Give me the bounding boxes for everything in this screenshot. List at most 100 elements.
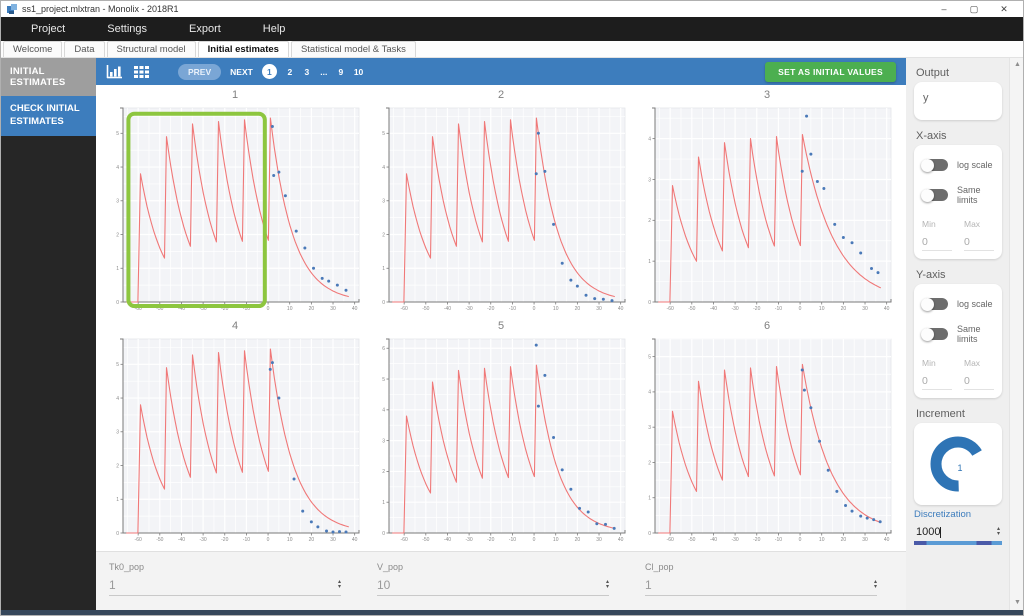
svg-text:20: 20 xyxy=(575,306,581,312)
svg-text:-50: -50 xyxy=(688,306,695,312)
param-cl-pop-input[interactable]: 1 xyxy=(645,578,874,592)
svg-text:30: 30 xyxy=(330,537,336,543)
menu-project[interactable]: Project xyxy=(17,23,79,35)
subplot-4: 4 -60 -50 -40 -30 -20 -10 0 10 20 30 40 0 1 2 3 4 5 xyxy=(102,319,368,550)
svg-text:0: 0 xyxy=(267,537,270,543)
y-max-input[interactable]: 0 xyxy=(964,375,994,390)
next-button[interactable]: NEXT xyxy=(230,67,253,77)
svg-text:3: 3 xyxy=(648,177,651,183)
svg-text:6: 6 xyxy=(382,346,385,352)
close-button[interactable]: ✕ xyxy=(989,2,1019,16)
svg-text:-30: -30 xyxy=(199,537,206,543)
svg-text:-50: -50 xyxy=(156,537,163,543)
grid-icon[interactable] xyxy=(133,65,150,79)
page-9[interactable]: 9 xyxy=(337,67,345,77)
page-1[interactable]: 1 xyxy=(261,64,277,79)
y-same-limits-toggle[interactable] xyxy=(921,327,948,341)
param-v-pop-input[interactable]: 10 xyxy=(377,578,606,592)
subplot-chart: -60 -50 -40 -30 -20 -10 0 10 20 30 40 0 1 2 3 4 5 xyxy=(648,338,892,543)
y-min-input[interactable]: 0 xyxy=(922,375,952,390)
page-10[interactable]: 10 xyxy=(354,67,363,77)
toggle-label: Same limits xyxy=(957,185,981,205)
x-max-input[interactable]: 0 xyxy=(964,236,994,251)
svg-text:40: 40 xyxy=(352,537,358,543)
svg-text:20: 20 xyxy=(841,537,847,543)
param-tk0-pop-input[interactable]: 1 xyxy=(109,578,338,592)
svg-text:-50: -50 xyxy=(688,537,695,543)
svg-text:4: 4 xyxy=(116,165,119,171)
app-icon xyxy=(7,3,17,14)
output-section: Output y xyxy=(914,67,1002,120)
tab-welcome[interactable]: Welcome xyxy=(3,41,63,57)
stepper-icon[interactable]: ▴ ▾ xyxy=(338,579,341,590)
svg-text:1: 1 xyxy=(382,500,385,506)
stepper-icon[interactable]: ▴ ▾ xyxy=(874,579,877,590)
tab-data[interactable]: Data xyxy=(64,41,105,57)
scroll-down-icon[interactable]: ▼ xyxy=(1014,599,1021,606)
x-same-limits-toggle[interactable] xyxy=(921,188,948,202)
svg-text:-30: -30 xyxy=(731,306,738,312)
x-log-scale-toggle[interactable] xyxy=(921,158,948,172)
panel-scrollbar[interactable]: ▲ ▼ xyxy=(1009,58,1023,610)
page-ellipsis: ... xyxy=(320,66,328,77)
maximize-button[interactable]: ▢ xyxy=(959,2,989,16)
discretization-focus-underline xyxy=(914,541,1002,545)
param-cl-pop: Cl_pop 1 ▴ ▾ xyxy=(645,562,877,610)
discretization-field: Discretization 1000 ▴ ▾ xyxy=(914,509,1002,545)
y-log-scale-toggle[interactable] xyxy=(921,297,948,311)
subplot-1: 1 -60 -50 -40 -30 -20 -10 0 10 20 30 40 0 1 2 3 4 5 xyxy=(102,88,368,319)
toggle-label: Same limits xyxy=(957,324,981,344)
svg-text:20: 20 xyxy=(841,306,847,312)
param-v-pop: V_pop 10 ▴ ▾ xyxy=(377,562,609,610)
svg-text:0: 0 xyxy=(382,300,385,306)
svg-text:10: 10 xyxy=(553,537,559,543)
svg-text:40: 40 xyxy=(618,537,624,543)
parameter-bar: Tk0_pop 1 ▴ ▾ V_pop 10 ▴ ▾ Cl_pop 1 ▴ ▾ xyxy=(96,551,906,610)
svg-text:-20: -20 xyxy=(753,306,760,312)
bar-chart-icon[interactable] xyxy=(106,64,123,79)
param-tk0-pop: Tk0_pop 1 ▴ ▾ xyxy=(109,562,341,610)
svg-text:10: 10 xyxy=(553,306,559,312)
svg-text:1: 1 xyxy=(116,497,119,503)
minimize-button[interactable]: – xyxy=(929,2,959,16)
param-label: V_pop xyxy=(377,562,404,572)
x-min-input[interactable]: 0 xyxy=(922,236,952,251)
settings-panel: Output y X-axis log scale Same limits Mi… xyxy=(906,58,1009,610)
param-label: Tk0_pop xyxy=(109,562,145,572)
svg-text:-40: -40 xyxy=(444,306,451,312)
svg-text:1: 1 xyxy=(116,266,119,272)
page-3[interactable]: 3 xyxy=(303,67,311,77)
monolix-window: ss1_project.mlxtran - Monolix - 2018R1 –… xyxy=(0,0,1024,616)
sidebar-item-check-initial-estimates[interactable]: CHECK INITIAL ESTIMATES xyxy=(1,96,96,136)
menu-export[interactable]: Export xyxy=(175,23,235,35)
sidebar: INITIAL ESTIMATES CHECK INITIAL ESTIMATE… xyxy=(1,58,96,610)
output-value[interactable]: y xyxy=(922,90,994,112)
svg-text:-40: -40 xyxy=(710,306,717,312)
discretization-label: Discretization xyxy=(914,509,972,520)
svg-text:30: 30 xyxy=(330,306,336,312)
menu-settings[interactable]: Settings xyxy=(93,23,161,35)
min-label: Min xyxy=(922,358,936,368)
stepper-icon[interactable]: ▴ ▾ xyxy=(997,526,1000,537)
set-as-initial-values-button[interactable]: SET AS INITIAL VALUES xyxy=(765,61,896,82)
increment-knob[interactable]: 1 xyxy=(927,433,989,495)
menu-help[interactable]: Help xyxy=(249,23,300,35)
stepper-icon[interactable]: ▴ ▾ xyxy=(606,579,609,590)
x-axis-label: X-axis xyxy=(916,130,947,142)
tab-structural-model[interactable]: Structural model xyxy=(106,41,196,57)
tab-initial-estimates[interactable]: Initial estimates xyxy=(197,41,289,57)
output-label: Output xyxy=(916,67,950,79)
svg-text:-40: -40 xyxy=(178,537,185,543)
window-title: ss1_project.mlxtran - Monolix - 2018R1 xyxy=(22,4,179,14)
subplot-title: 2 xyxy=(497,89,505,101)
svg-text:-20: -20 xyxy=(487,537,494,543)
svg-text:2: 2 xyxy=(648,218,651,224)
discretization-input[interactable]: 1000 xyxy=(916,526,997,538)
page-2[interactable]: 2 xyxy=(286,67,294,77)
prev-button[interactable]: PREV xyxy=(178,63,222,80)
scroll-up-icon[interactable]: ▲ xyxy=(1014,61,1021,68)
svg-text:-10: -10 xyxy=(509,537,516,543)
svg-text:10: 10 xyxy=(819,306,825,312)
subplot-chart: -60 -50 -40 -30 -20 -10 0 10 20 30 40 0 1 2 3 4 5 xyxy=(116,338,360,543)
tab-statistical-model-tasks[interactable]: Statistical model & Tasks xyxy=(290,41,416,57)
